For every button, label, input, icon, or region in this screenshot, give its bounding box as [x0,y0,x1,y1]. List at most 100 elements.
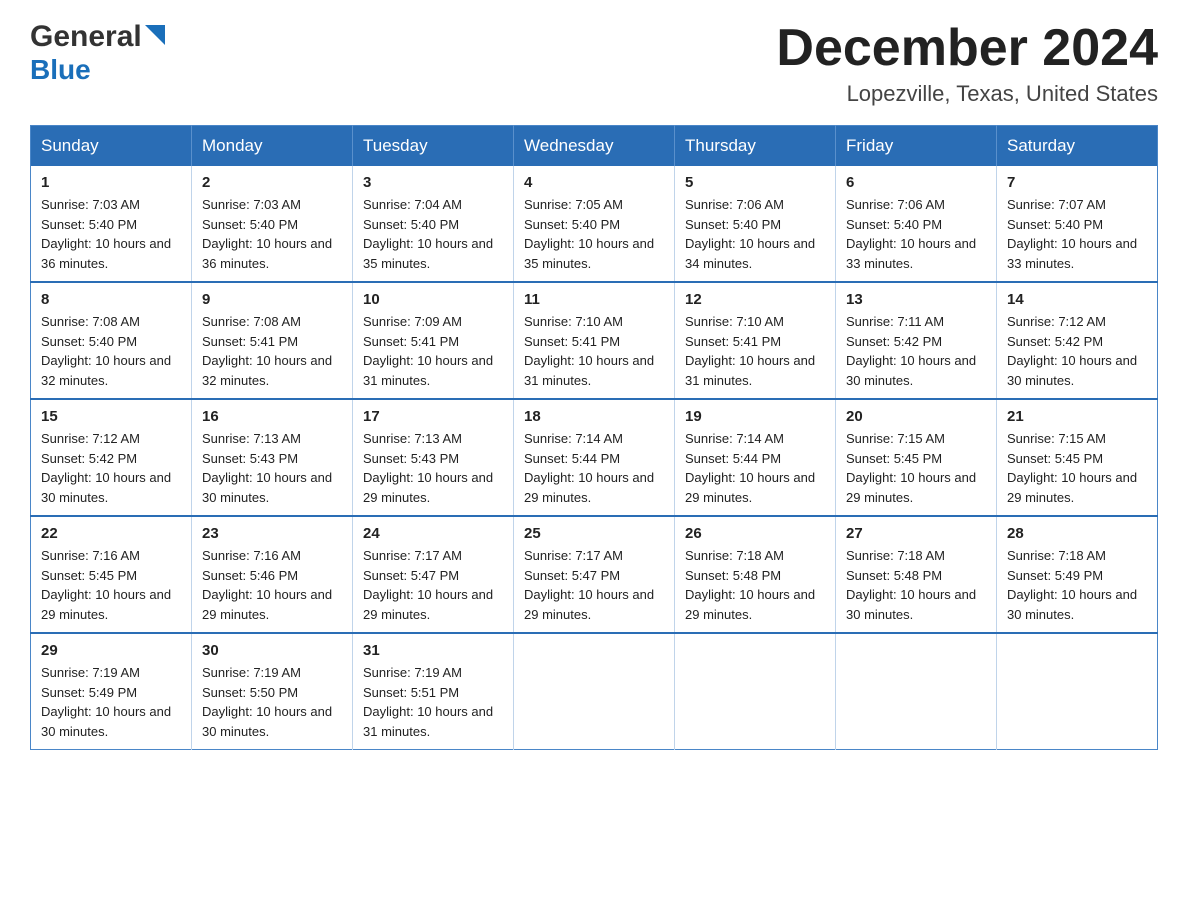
sunrise-label: Sunrise: [846,197,897,212]
calendar-cell: 4 Sunrise: 7:05 AM Sunset: 5:40 PM Dayli… [514,166,675,282]
sunset-value: 5:45 PM [89,568,137,583]
sunset-value: 5:41 PM [250,334,298,349]
sunset-label: Sunset: [846,568,894,583]
sunrise-label: Sunrise: [202,197,253,212]
daylight-label: Daylight: 10 hours and 31 minutes. [524,353,654,388]
calendar-cell: 1 Sunrise: 7:03 AM Sunset: 5:40 PM Dayli… [31,166,192,282]
sunrise-value: 7:16 AM [92,548,140,563]
sunrise-label: Sunrise: [1007,431,1058,446]
sunset-label: Sunset: [524,568,572,583]
header-sunday: Sunday [31,126,192,167]
day-info: Sunrise: 7:18 AM Sunset: 5:49 PM Dayligh… [1007,546,1147,624]
day-number: 17 [363,408,503,425]
daylight-label: Daylight: 10 hours and 30 minutes. [846,353,976,388]
sunrise-value: 7:15 AM [897,431,945,446]
daylight-label: Daylight: 10 hours and 29 minutes. [524,587,654,622]
day-info: Sunrise: 7:13 AM Sunset: 5:43 PM Dayligh… [202,429,342,507]
sunset-label: Sunset: [685,217,733,232]
sunset-label: Sunset: [41,685,89,700]
sunset-value: 5:45 PM [1055,451,1103,466]
sunrise-label: Sunrise: [846,314,897,329]
day-info: Sunrise: 7:10 AM Sunset: 5:41 PM Dayligh… [685,312,825,390]
day-info: Sunrise: 7:18 AM Sunset: 5:48 PM Dayligh… [685,546,825,624]
sunset-value: 5:47 PM [572,568,620,583]
sunrise-label: Sunrise: [202,548,253,563]
calendar-cell [514,633,675,750]
sunset-label: Sunset: [685,451,733,466]
day-info: Sunrise: 7:10 AM Sunset: 5:41 PM Dayligh… [524,312,664,390]
day-info: Sunrise: 7:19 AM Sunset: 5:51 PM Dayligh… [363,663,503,741]
calendar-cell: 13 Sunrise: 7:11 AM Sunset: 5:42 PM Dayl… [836,282,997,399]
day-info: Sunrise: 7:16 AM Sunset: 5:45 PM Dayligh… [41,546,181,624]
day-number: 15 [41,408,181,425]
sunset-value: 5:41 PM [572,334,620,349]
sunrise-value: 7:06 AM [736,197,784,212]
calendar-cell: 16 Sunrise: 7:13 AM Sunset: 5:43 PM Dayl… [192,399,353,516]
calendar-cell: 20 Sunrise: 7:15 AM Sunset: 5:45 PM Dayl… [836,399,997,516]
sunset-value: 5:42 PM [894,334,942,349]
day-info: Sunrise: 7:14 AM Sunset: 5:44 PM Dayligh… [524,429,664,507]
calendar-cell: 29 Sunrise: 7:19 AM Sunset: 5:49 PM Dayl… [31,633,192,750]
sunset-value: 5:40 PM [89,334,137,349]
location: Lopezville, Texas, United States [776,81,1158,107]
day-number: 23 [202,525,342,542]
header-saturday: Saturday [997,126,1158,167]
calendar-cell: 15 Sunrise: 7:12 AM Sunset: 5:42 PM Dayl… [31,399,192,516]
day-number: 1 [41,174,181,191]
day-number: 13 [846,291,986,308]
sunset-label: Sunset: [1007,451,1055,466]
sunset-label: Sunset: [202,217,250,232]
calendar-cell: 5 Sunrise: 7:06 AM Sunset: 5:40 PM Dayli… [675,166,836,282]
daylight-label: Daylight: 10 hours and 30 minutes. [1007,353,1137,388]
sunrise-label: Sunrise: [846,548,897,563]
day-number: 29 [41,642,181,659]
calendar-cell: 19 Sunrise: 7:14 AM Sunset: 5:44 PM Dayl… [675,399,836,516]
daylight-label: Daylight: 10 hours and 33 minutes. [846,236,976,271]
day-info: Sunrise: 7:14 AM Sunset: 5:44 PM Dayligh… [685,429,825,507]
day-number: 22 [41,525,181,542]
day-number: 8 [41,291,181,308]
sunrise-value: 7:13 AM [414,431,462,446]
logo: General Blue [30,20,165,86]
day-info: Sunrise: 7:08 AM Sunset: 5:41 PM Dayligh… [202,312,342,390]
week-row-4: 22 Sunrise: 7:16 AM Sunset: 5:45 PM Dayl… [31,516,1158,633]
sunset-value: 5:41 PM [411,334,459,349]
sunset-label: Sunset: [41,334,89,349]
sunset-value: 5:40 PM [89,217,137,232]
header-monday: Monday [192,126,353,167]
daylight-label: Daylight: 10 hours and 29 minutes. [685,587,815,622]
sunrise-label: Sunrise: [202,665,253,680]
sunset-label: Sunset: [524,217,572,232]
daylight-label: Daylight: 10 hours and 30 minutes. [202,470,332,505]
day-number: 18 [524,408,664,425]
daylight-label: Daylight: 10 hours and 30 minutes. [202,704,332,739]
daylight-label: Daylight: 10 hours and 29 minutes. [1007,470,1137,505]
calendar-cell: 25 Sunrise: 7:17 AM Sunset: 5:47 PM Dayl… [514,516,675,633]
calendar-cell: 8 Sunrise: 7:08 AM Sunset: 5:40 PM Dayli… [31,282,192,399]
header-friday: Friday [836,126,997,167]
day-info: Sunrise: 7:08 AM Sunset: 5:40 PM Dayligh… [41,312,181,390]
logo-blue-text: Blue [30,54,91,85]
sunset-value: 5:50 PM [250,685,298,700]
calendar-cell [836,633,997,750]
week-row-5: 29 Sunrise: 7:19 AM Sunset: 5:49 PM Dayl… [31,633,1158,750]
sunset-label: Sunset: [202,685,250,700]
sunrise-value: 7:03 AM [92,197,140,212]
sunset-value: 5:40 PM [250,217,298,232]
calendar-cell: 31 Sunrise: 7:19 AM Sunset: 5:51 PM Dayl… [353,633,514,750]
day-info: Sunrise: 7:06 AM Sunset: 5:40 PM Dayligh… [846,195,986,273]
sunset-value: 5:43 PM [411,451,459,466]
day-info: Sunrise: 7:17 AM Sunset: 5:47 PM Dayligh… [363,546,503,624]
sunrise-label: Sunrise: [524,314,575,329]
sunset-label: Sunset: [1007,334,1055,349]
sunrise-value: 7:07 AM [1058,197,1106,212]
sunrise-label: Sunrise: [363,665,414,680]
sunrise-label: Sunrise: [202,314,253,329]
sunrise-value: 7:14 AM [575,431,623,446]
calendar-cell: 23 Sunrise: 7:16 AM Sunset: 5:46 PM Dayl… [192,516,353,633]
daylight-label: Daylight: 10 hours and 35 minutes. [363,236,493,271]
sunset-label: Sunset: [846,451,894,466]
sunset-label: Sunset: [524,334,572,349]
day-info: Sunrise: 7:16 AM Sunset: 5:46 PM Dayligh… [202,546,342,624]
sunrise-value: 7:14 AM [736,431,784,446]
